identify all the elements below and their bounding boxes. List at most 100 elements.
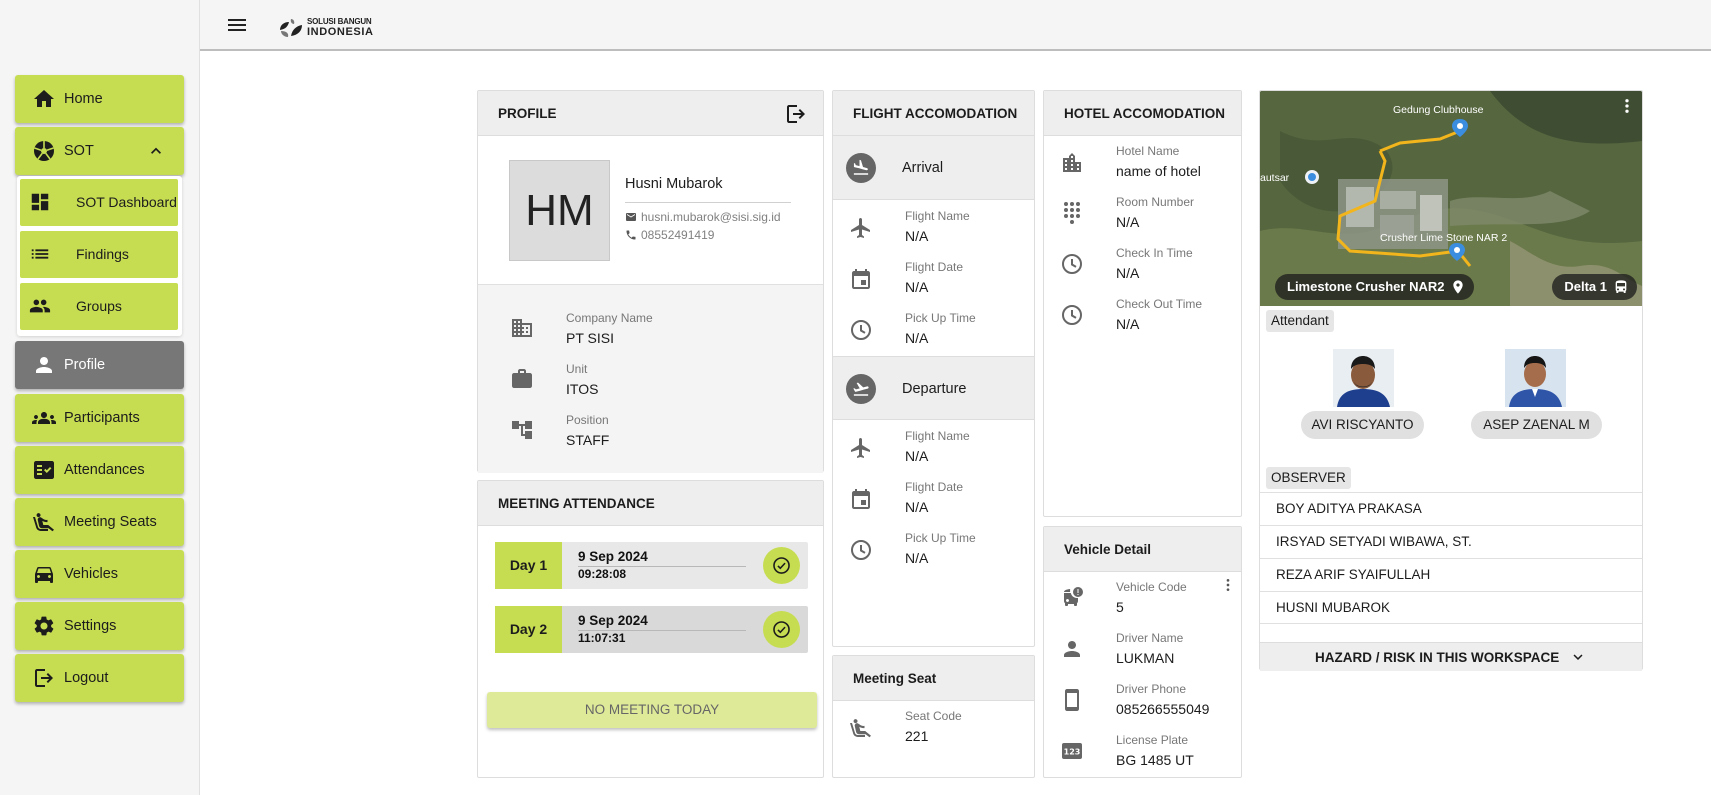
position-field: Position STAFF [566, 413, 609, 450]
flight-name-value: N/A [905, 228, 929, 244]
sot-submenu: SOT Dashboard Findings Groups [17, 176, 182, 336]
bus-name: Delta 1 [1564, 279, 1607, 294]
meeting-attendance-title: MEETING ATTENDANCE [498, 496, 655, 511]
hamburger-menu-icon[interactable] [225, 13, 249, 37]
user-phone-row: 08552491419 [625, 228, 714, 242]
dashboard-icon [31, 193, 49, 211]
brand-logo: SOLUSI BANGUN INDONESIA [278, 15, 388, 39]
person-icon [1064, 641, 1080, 657]
company-value: PT SISI [566, 330, 614, 346]
meeting-attendance-header: MEETING ATTENDANCE [478, 481, 823, 526]
observer-row[interactable]: IRSYAD SETYADI WIBAWA, ST. [1260, 525, 1642, 558]
divider [625, 202, 791, 203]
groups-icon [29, 299, 51, 313]
attendance-time: 11:07:31 [578, 631, 626, 645]
flight-land-icon [853, 159, 869, 175]
hotel-card-header: HOTEL ACCOMODATION [1044, 91, 1241, 136]
nav-groups[interactable]: Groups [20, 283, 178, 330]
hotel-name-value: name of hotel [1116, 163, 1201, 179]
flight-card-header: FLIGHT ACCOMODATION [833, 91, 1034, 136]
map-label-crusher: Crusher Lime Stone NAR 2 [1380, 232, 1507, 244]
unit-label: Unit [566, 362, 588, 376]
briefcase-icon [512, 369, 532, 388]
observer-row[interactable]: BOY ADITYA PRAKASA [1260, 492, 1642, 525]
arrival-flight-date: Flight Date N/A [905, 260, 963, 297]
vehicle-title: Vehicle Detail [1064, 542, 1152, 557]
company-label: Company Name [566, 311, 653, 325]
more-vert-icon[interactable] [1220, 577, 1236, 593]
nav-meeting-seats[interactable]: Meeting Seats [15, 498, 184, 546]
building-icon [1063, 153, 1081, 172]
pickup-time-value: N/A [905, 330, 929, 346]
attendant-label: Attendant [1266, 310, 1334, 332]
attendant-chip[interactable]: AVI RISCYANTO [1301, 411, 1424, 439]
pickup-time-label: Pick Up Time [905, 311, 976, 325]
driver-name-field: Driver Name LUKMAN [1116, 631, 1183, 668]
nav-settings[interactable]: Settings [15, 602, 184, 650]
position-label: Position [566, 413, 609, 427]
departure-flight-name: Flight Name N/A [905, 429, 970, 466]
camera-shutter-icon [34, 141, 54, 161]
vehicle-code-value: 5 [1116, 599, 1124, 615]
flight-card: FLIGHT ACCOMODATION Arrival Flight Name … [832, 90, 1035, 647]
attendant-chip[interactable]: ASEP ZAENAL M [1471, 411, 1602, 439]
license-plate-value: BG 1485 UT [1116, 752, 1194, 768]
seat-icon [33, 513, 54, 532]
company-icon [512, 319, 532, 337]
flight-title: FLIGHT ACCOMODATION [853, 106, 1018, 121]
flight-date-label: Flight Date [905, 260, 964, 274]
observer-row[interactable]: HUSNI MUBAROK [1260, 591, 1642, 624]
profile-card: PROFILE HM Husni Mubarok husni.mubarok@s… [477, 90, 824, 473]
hazard-risk-toggle[interactable]: HAZARD / RISK IN THIS WORKSPACE [1260, 642, 1642, 671]
departure-header: Departure [833, 356, 1034, 420]
nav-vehicles-label: Vehicles [64, 566, 119, 582]
hotel-card: HOTEL ACCOMODATION Hotel Name name of ho… [1043, 90, 1242, 517]
meeting-seat-title: Meeting Seat [853, 671, 937, 686]
location-pin-icon [1453, 280, 1464, 294]
attendance-time: 09:28:08 [578, 567, 627, 581]
map-label-left: autsar [1260, 172, 1290, 184]
logout-icon[interactable] [784, 102, 808, 126]
nav-logout[interactable]: Logout [15, 654, 184, 702]
people-icon [32, 412, 56, 424]
flight-name-value: N/A [905, 448, 929, 464]
no-meeting-button[interactable]: NO MEETING TODAY [487, 692, 817, 728]
check-badge [763, 547, 800, 584]
mail-icon [626, 213, 636, 221]
nav-sot[interactable]: SOT [15, 127, 184, 175]
nav-attendances[interactable]: Attendances [15, 446, 184, 494]
arrival-header: Arrival [833, 136, 1034, 200]
arrival-badge [846, 153, 876, 183]
meeting-seat-header: Meeting Seat [833, 656, 1034, 701]
pickup-time-label: Pick Up Time [905, 531, 976, 545]
hotel-title: HOTEL ACCOMODATION [1064, 106, 1225, 121]
bus-chip[interactable]: Delta 1 [1552, 274, 1637, 300]
observer-row[interactable]: REZA ARIF SYAIFULLAH [1260, 558, 1642, 591]
attendance-date: 9 Sep 2024 [578, 613, 648, 628]
nav-home[interactable]: Home [15, 75, 184, 123]
chevron-down-icon [1573, 654, 1583, 661]
driver-name-label: Driver Name [1116, 631, 1184, 645]
nav-findings[interactable]: Findings [20, 231, 178, 278]
nav-vehicles[interactable]: Vehicles [15, 550, 184, 598]
nav-logout-label: Logout [64, 670, 109, 686]
check-circle-icon [773, 621, 790, 638]
room-number-field: Room Number N/A [1116, 195, 1194, 232]
nav-participants[interactable]: Participants [15, 394, 184, 442]
more-vert-icon[interactable] [1618, 97, 1636, 115]
nav-sot-dashboard[interactable]: SOT Dashboard [20, 179, 178, 226]
clock-icon [1062, 254, 1082, 274]
driver-phone-label: Driver Phone [1116, 682, 1187, 696]
nav-profile[interactable]: Profile [15, 341, 184, 389]
satellite-map[interactable]: Gedung Clubhouse Crusher Lime Stone NAR … [1260, 91, 1642, 306]
gear-icon [34, 616, 54, 636]
person-icon [36, 357, 52, 373]
departure-badge [846, 374, 876, 404]
day-label: Day 1 [495, 542, 562, 589]
departure-flight-date: Flight Date N/A [905, 480, 963, 517]
hierarchy-icon [512, 421, 532, 439]
location-chip[interactable]: Limestone Crusher NAR2 [1275, 274, 1475, 300]
hazard-risk-label: HAZARD / RISK IN THIS WORKSPACE [1314, 650, 1560, 665]
check-in-value: N/A [1116, 265, 1140, 281]
seat-code-field: Seat Code 221 [905, 709, 962, 746]
